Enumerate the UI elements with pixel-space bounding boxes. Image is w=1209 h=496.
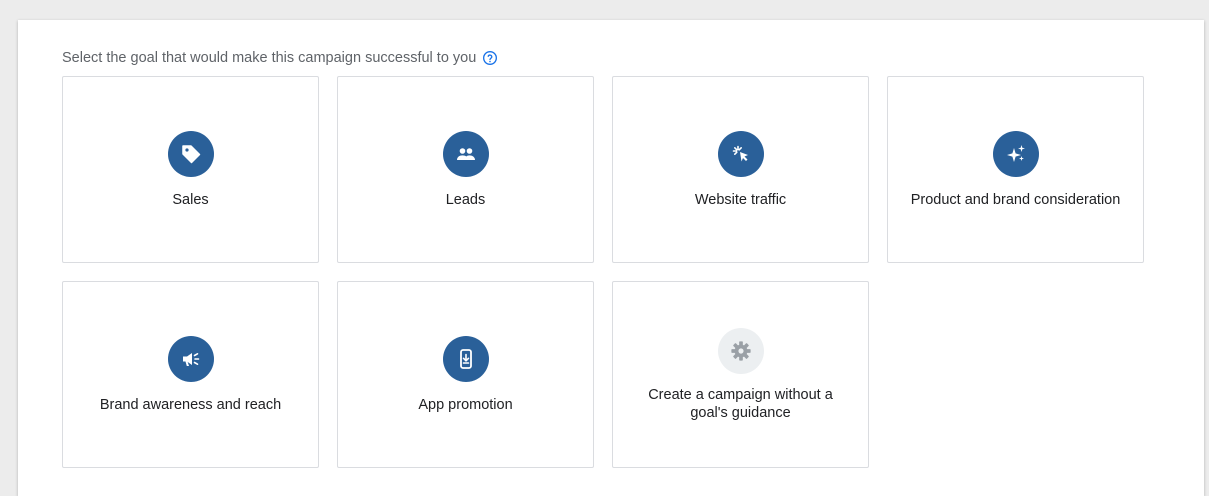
goal-label: App promotion	[418, 396, 513, 413]
goal-card-app-promotion[interactable]: App promotion	[337, 281, 594, 468]
goal-label: Create a campaign without a goal's guida…	[648, 386, 833, 421]
goal-label: Product and brand consideration	[910, 191, 1121, 208]
sparkle-icon	[992, 130, 1039, 177]
goal-selection-panel: Select the goal that would make this cam…	[18, 20, 1204, 496]
megaphone-icon	[167, 335, 214, 382]
gear-icon	[717, 327, 764, 374]
goal-card-no-goal-guidance[interactable]: Create a campaign without a goal's guida…	[612, 281, 869, 468]
tag-icon	[167, 130, 214, 177]
goal-label: Leads	[445, 191, 486, 208]
goal-prompt-text: Select the goal that would make this cam…	[62, 50, 477, 66]
goal-grid: Sales Leads Website traffic Product and …	[62, 76, 1144, 468]
goal-card-sales[interactable]: Sales	[62, 76, 319, 263]
cursor-click-icon	[717, 130, 764, 177]
goal-label: Website traffic	[694, 191, 787, 208]
goal-card-website-traffic[interactable]: Website traffic	[612, 76, 869, 263]
people-icon	[442, 130, 489, 177]
goal-label: Brand awareness and reach	[99, 396, 282, 413]
goal-prompt: Select the goal that would make this cam…	[62, 50, 498, 66]
goal-card-leads[interactable]: Leads	[337, 76, 594, 263]
help-circle-icon[interactable]	[482, 50, 498, 66]
phone-download-icon	[442, 335, 489, 382]
goal-label: Sales	[172, 191, 209, 208]
goal-card-product-brand-consideration[interactable]: Product and brand consideration	[887, 76, 1144, 263]
goal-card-brand-awareness-reach[interactable]: Brand awareness and reach	[62, 281, 319, 468]
